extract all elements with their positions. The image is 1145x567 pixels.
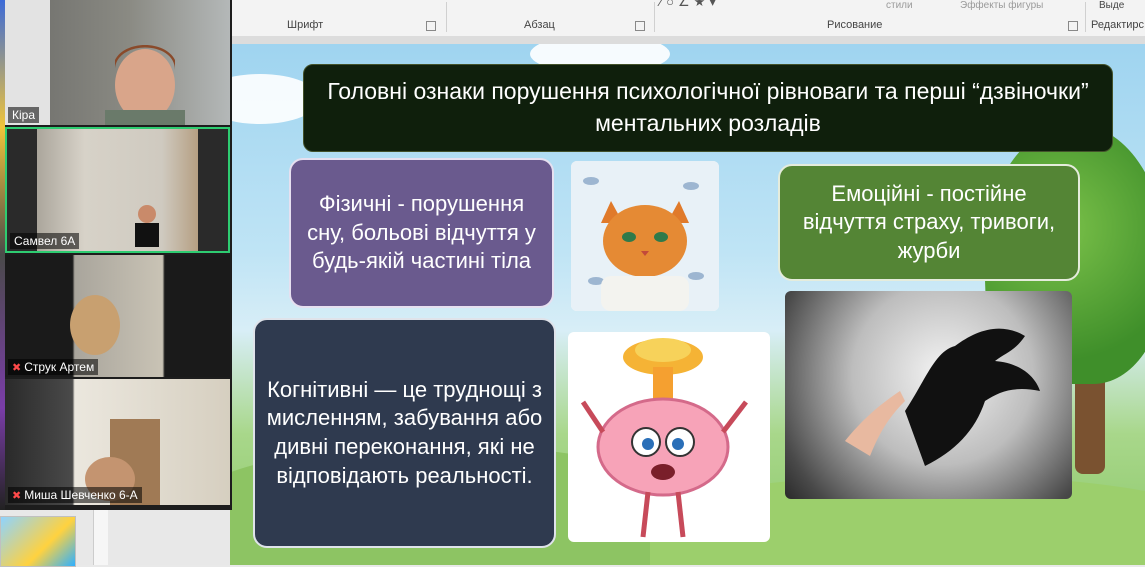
drawing-dialog-launcher[interactable] xyxy=(1068,21,1078,31)
editing-group-label: Редактирс xyxy=(1091,19,1145,31)
drawing-group-label: Рисование xyxy=(827,19,883,31)
ribbon: Шрифт Абзац ⁄○∠★▾ стили Эффекты фигуры Р… xyxy=(230,0,1145,37)
quick-styles-button[interactable]: стили xyxy=(886,0,913,11)
exploding-brain-illustration[interactable] xyxy=(568,332,770,542)
slide[interactable]: Головні ознаки порушення психологічної р… xyxy=(230,44,1145,565)
mic-muted-icon: ✖ xyxy=(12,489,22,502)
sleeping-cat-illustration[interactable] xyxy=(571,161,719,311)
participant-name-tag: Самвел 6А xyxy=(10,233,80,249)
slide-title[interactable]: Головні ознаки порушення психологічної р… xyxy=(303,64,1113,152)
shadow-monster-illustration[interactable] xyxy=(785,291,1072,499)
select-button[interactable]: Выде xyxy=(1099,0,1124,11)
participant-name-tag: ✖ Миша Шевченко 6-А xyxy=(8,487,142,503)
participant-tile-samvel[interactable]: Самвел 6А xyxy=(5,127,230,253)
physical-signs-card[interactable]: Фізичні - порушення сну, больові відчутт… xyxy=(289,158,554,308)
font-dialog-launcher[interactable] xyxy=(426,21,436,31)
slide-canvas: Головні ознаки порушення психологічної р… xyxy=(230,36,1145,565)
paragraph-group-label: Абзац xyxy=(524,19,555,31)
shape-effects-button[interactable]: Эффекты фигуры xyxy=(960,0,1043,11)
slide-thumbnail[interactable] xyxy=(0,516,76,567)
emotional-signs-card[interactable]: Емоційні - постійне відчуття страху, три… xyxy=(778,164,1080,281)
paragraph-dialog-launcher[interactable] xyxy=(635,21,645,31)
participant-name-tag: ✖ Струк Артем xyxy=(8,359,99,375)
video-participants-panel: Кіра Самвел 6А ✖ Струк Артем ✖ Миша Шевчен… xyxy=(0,0,232,510)
shapes-gallery[interactable]: ⁄○∠★▾ xyxy=(660,0,720,10)
mic-muted-icon: ✖ xyxy=(12,361,22,374)
participant-tile-kira[interactable]: Кіра xyxy=(5,0,230,125)
participant-tile-struk[interactable]: ✖ Струк Артем xyxy=(5,255,230,377)
font-group-label: Шрифт xyxy=(287,19,324,31)
window-edge xyxy=(0,0,5,510)
cognitive-signs-card[interactable]: Когнітивні — це труднощі з мисленням, за… xyxy=(253,318,556,548)
slide-thumbnail-pane xyxy=(0,510,230,567)
participant-tile-misha[interactable]: ✖ Миша Шевченко 6-А xyxy=(5,379,230,505)
thumbnail-scrollbar[interactable] xyxy=(93,510,108,565)
participant-name-tag: Кіра xyxy=(8,107,40,123)
